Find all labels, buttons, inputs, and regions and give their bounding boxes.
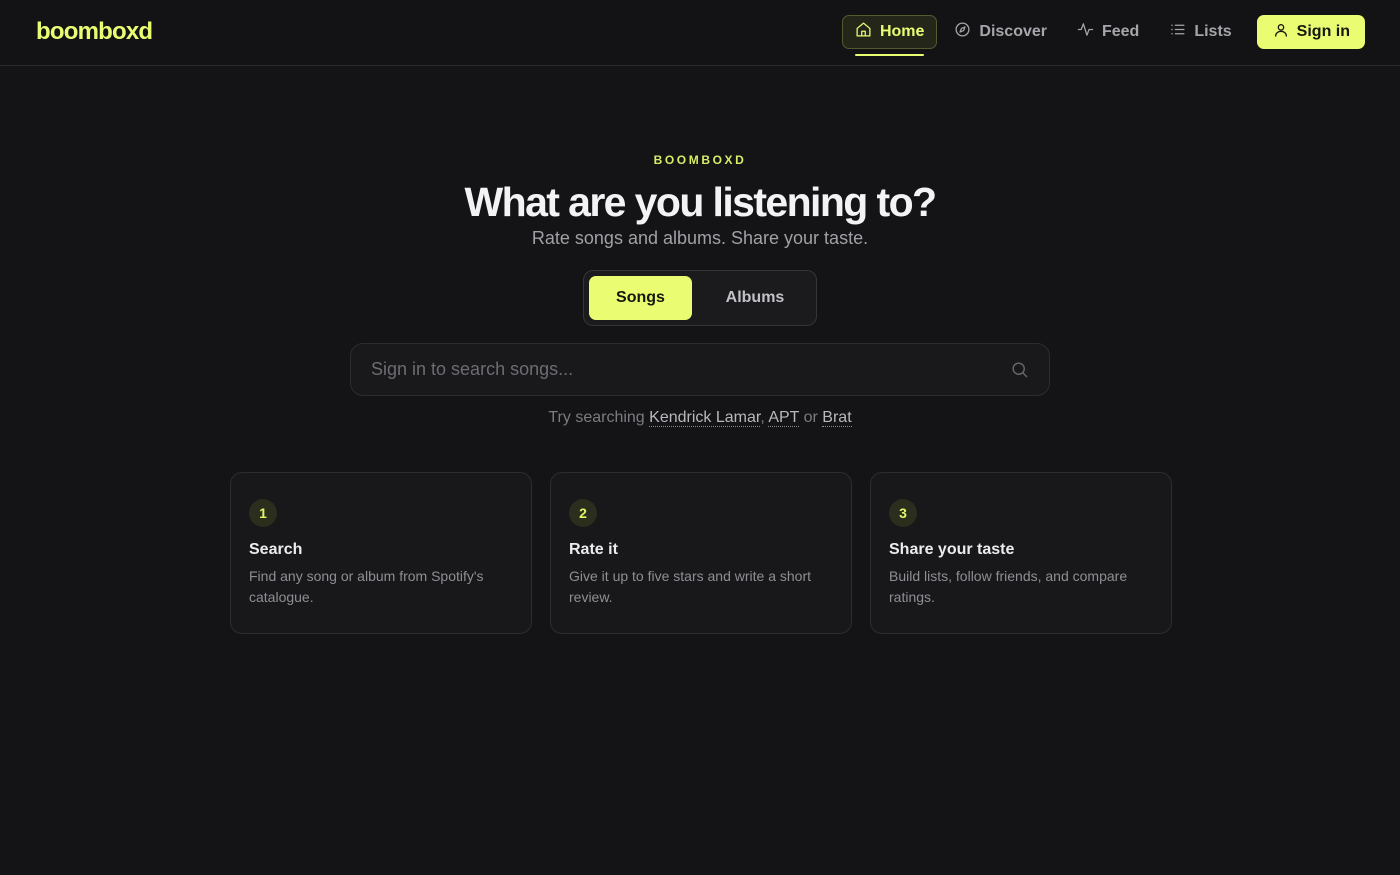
page-title: What are you listening to? [464,179,938,225]
suggestion-link[interactable]: Brat [822,409,852,427]
step-card: 1 Search Find any song or album from Spo… [230,472,532,634]
search-suggestions: Try searching Kendrick Lamar, APT or Bra… [0,409,1400,427]
step-title: Search [249,541,303,558]
nav-item-label: Home [879,23,925,40]
main-nav: Home Discover Feed Lists Sign in [841,15,1365,56]
toggle-songs[interactable]: Songs [589,276,692,320]
suggestion-link[interactable]: APT [768,409,800,427]
nav-item-label: Feed [1101,23,1140,40]
suggestion-link[interactable]: Kendrick Lamar [649,409,761,427]
nav-item-lists[interactable]: Lists [1156,15,1244,49]
step-number-badge: 2 [569,499,597,527]
step-number-badge: 1 [249,499,277,527]
step-card: 2 Rate it Give it up to five stars and w… [550,472,852,634]
hero-eyebrow: BOOMBOXD [653,153,747,167]
steps-section: 1 Search Find any song or album from Spo… [230,472,1172,634]
user-icon [1273,22,1289,43]
sign-in-button[interactable]: Sign in [1256,15,1365,49]
logo[interactable]: boomboxd [36,18,153,46]
step-number-badge: 3 [889,499,917,527]
search-bar [350,343,1050,396]
nav-item-discover[interactable]: Discover [941,15,1060,49]
search-icon[interactable] [1010,360,1029,379]
step-description: Find any song or album from Spotify's ca… [249,568,484,605]
nav-item-label: Discover [979,23,1047,40]
top-bar: boomboxd Home Discover Feed Lists Sign i… [0,0,1400,66]
suggestion-separator: , [760,409,765,426]
sign-in-label: Sign in [1296,23,1350,40]
media-type-toggle: Songs Albums [583,270,817,326]
step-title: Rate it [569,541,618,558]
step-card: 3 Share your taste Build lists, follow f… [870,472,1172,634]
step-description: Give it up to five stars and write a sho… [569,568,811,605]
toggle-albums[interactable]: Albums [696,276,814,320]
suggestions-prefix: Try searching [548,409,645,426]
nav-item-home[interactable]: Home [841,15,938,56]
search-input[interactable] [351,344,991,395]
step-description: Build lists, follow friends, and compare… [889,568,1128,605]
list-icon [1169,21,1186,43]
nav-item-label: Lists [1194,23,1232,40]
nav-item-feed[interactable]: Feed [1064,15,1152,49]
suggestion-separator: or [803,409,818,426]
compass-icon [954,21,971,43]
home-icon [855,21,872,43]
hero-subtitle: Rate songs and albums. Share your taste. [531,228,869,248]
step-title: Share your taste [889,541,1015,558]
activity-icon [1077,21,1094,43]
